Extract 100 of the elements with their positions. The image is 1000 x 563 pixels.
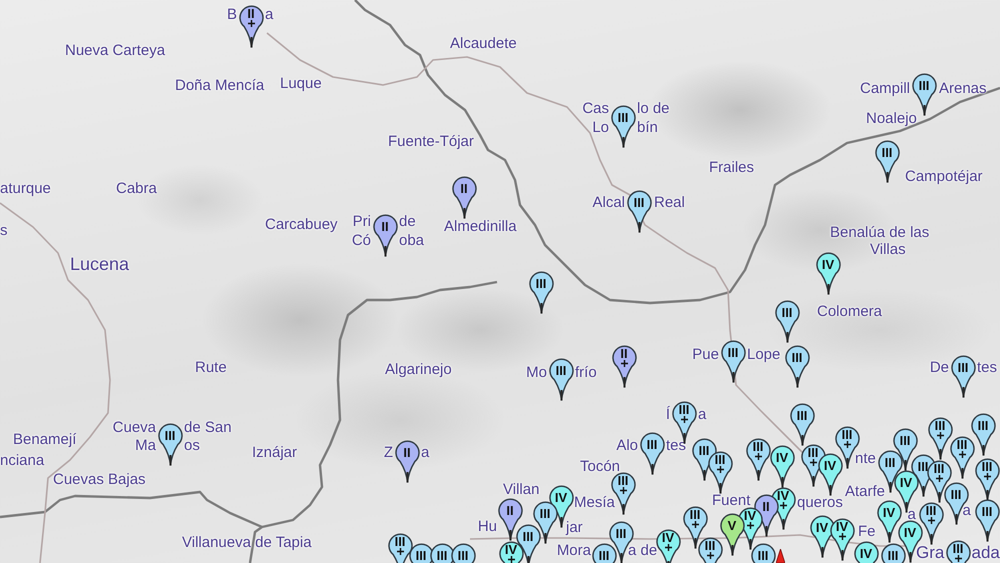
map-pin[interactable]: III (950, 436, 974, 478)
place-label: Hu (478, 518, 497, 534)
map-pin[interactable]: IV (818, 452, 842, 496)
place-label: Benalúa de las (830, 224, 930, 240)
place-label: Ma (135, 438, 156, 452)
place-label: nciana (0, 452, 44, 468)
place-label: a (421, 444, 430, 460)
place-label: Doña Mencía (175, 78, 264, 92)
map-pin[interactable]: III (528, 270, 554, 314)
map-pin[interactable]: III (750, 542, 776, 563)
map-pin[interactable]: IV (854, 540, 878, 563)
place-label: Carcabuey (265, 216, 338, 232)
place-label: Rute (195, 360, 227, 374)
map-pin[interactable]: III (970, 412, 996, 456)
map-pin[interactable]: II (394, 440, 420, 482)
map-pin[interactable]: III (974, 458, 1000, 500)
map-pin[interactable]: III (516, 524, 540, 563)
place-label: Lope (747, 346, 780, 362)
place-label: frío (575, 364, 597, 380)
map-pin[interactable]: IV (770, 486, 796, 530)
place-label: B (226, 6, 237, 22)
map-pin[interactable]: IV (656, 528, 680, 563)
map-pin[interactable]: II (372, 214, 398, 256)
map-pin[interactable]: II (612, 344, 636, 388)
map-pin[interactable]: III (672, 400, 696, 444)
place-label: Pri (352, 214, 371, 228)
place-label: lo de (637, 100, 670, 116)
place-label: Mo (526, 364, 547, 380)
map-pin[interactable]: III (928, 416, 952, 460)
place-label: Tocón (580, 458, 620, 474)
map-pin[interactable]: III (790, 402, 814, 446)
place-label: Fuent (712, 492, 750, 508)
triangle-marker-icon (776, 549, 785, 563)
map-pin[interactable]: II (498, 498, 522, 540)
map-pin[interactable]: IV (830, 518, 854, 560)
place-label: Lucena (70, 255, 130, 273)
place-label: a (962, 502, 971, 518)
map-pin[interactable]: IV (498, 540, 524, 563)
map-pin[interactable]: III (626, 190, 652, 232)
place-label: Fuente-Tójar (388, 134, 474, 148)
place-label: os (184, 438, 200, 452)
place-label: Frailes (709, 160, 754, 174)
map-pin[interactable]: II (238, 4, 264, 48)
map-pin[interactable]: III (548, 358, 574, 400)
map-pin[interactable]: III (880, 542, 906, 563)
map-pin[interactable]: IV (810, 514, 834, 558)
map-pin[interactable]: IV (816, 252, 840, 294)
map-pin[interactable]: II (452, 176, 476, 218)
map-pin[interactable]: IV (770, 444, 794, 488)
place-label: Alcal (592, 194, 625, 210)
place-label: aturque (0, 180, 51, 196)
place-label: de (399, 214, 416, 228)
place-label: De (930, 360, 949, 374)
place-label: Mora (556, 542, 591, 558)
place-label: bín (637, 120, 658, 134)
place-label: Villas (870, 242, 906, 256)
place-label: Campotéjar (905, 168, 983, 184)
place-label: Có (352, 232, 371, 248)
place-label: Real (654, 194, 685, 210)
map-pin[interactable]: III (974, 498, 1000, 542)
place-label: Benamejí (13, 432, 76, 446)
place-label: a (265, 6, 274, 22)
place-label: Cueva (112, 420, 156, 434)
map-pin[interactable]: III (408, 542, 434, 563)
map-pin[interactable]: III (708, 450, 732, 494)
place-label: Cas (582, 100, 609, 116)
map-pin[interactable]: III (950, 354, 976, 398)
place-label: Villan (503, 482, 540, 496)
map-pin[interactable]: III (946, 540, 970, 563)
map-pin[interactable]: III (388, 532, 412, 563)
map-pin[interactable]: III (158, 422, 182, 466)
map-pin[interactable]: III (430, 542, 454, 563)
place-label: Almedinilla (444, 218, 517, 234)
map-pin[interactable]: III (746, 438, 770, 480)
place-label: Nueva Carteya (65, 42, 166, 58)
place-label: a (698, 406, 706, 422)
map-pin[interactable]: III (610, 104, 636, 148)
place-label: Cabra (116, 180, 157, 196)
map-pin[interactable]: III (912, 72, 936, 116)
place-label: Pue (692, 346, 719, 362)
map-pin[interactable]: V (720, 512, 744, 556)
map-pin[interactable]: III (592, 542, 616, 563)
place-label: Alcaudete (450, 36, 517, 50)
map-pin[interactable]: III (450, 542, 476, 563)
place-label: Alo (616, 438, 638, 452)
place-label: de San (184, 420, 232, 434)
place-label: Fe (858, 524, 876, 538)
map-pin[interactable]: III (640, 432, 664, 474)
place-label: tes (977, 360, 998, 374)
map-pin[interactable]: III (784, 344, 810, 388)
place-label: oba (399, 232, 424, 248)
place-label: Colomera (817, 304, 882, 318)
map-pin[interactable]: III (720, 340, 746, 382)
place-label: Z (384, 444, 393, 460)
map-pin[interactable]: III (698, 536, 722, 563)
place-label: Villanueva de Tapia (182, 534, 312, 550)
map-pin[interactable]: III (874, 140, 900, 182)
map-pin[interactable]: III (774, 300, 800, 342)
map-pin[interactable]: IV (876, 500, 902, 542)
place-label: Arenas (939, 80, 987, 96)
